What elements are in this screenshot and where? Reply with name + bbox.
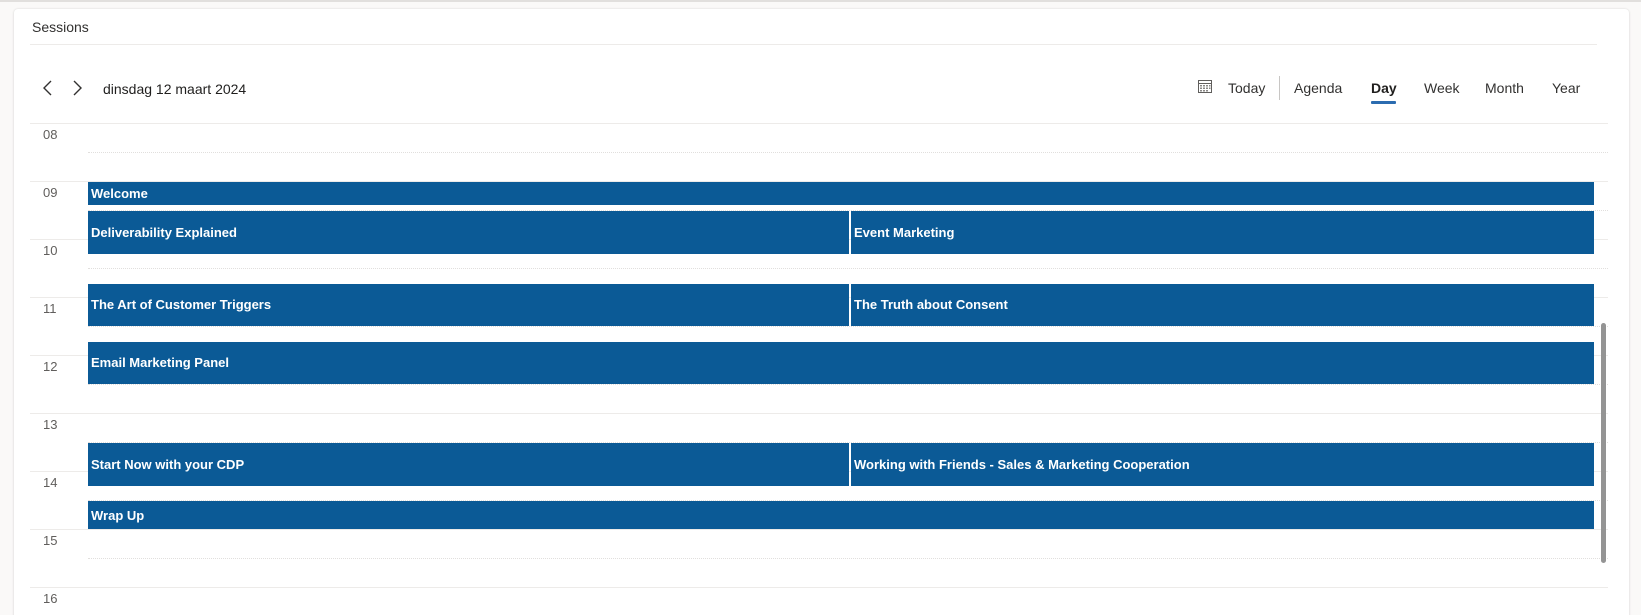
view-year[interactable]: Year xyxy=(1552,80,1580,96)
event-block[interactable]: Welcome xyxy=(88,182,1594,206)
event-block[interactable]: The Truth about Consent xyxy=(851,283,1594,326)
view-month[interactable]: Month xyxy=(1485,80,1524,96)
hour-line xyxy=(30,413,1608,414)
divider xyxy=(30,44,1597,45)
hour-label: 12 xyxy=(43,359,58,374)
half-hour-line xyxy=(88,558,1608,559)
event-block[interactable]: Wrap Up xyxy=(88,501,1594,529)
hour-line xyxy=(30,123,1608,124)
event-title: Welcome xyxy=(91,186,148,202)
previous-button[interactable] xyxy=(38,77,58,99)
event-title: Event Marketing xyxy=(854,224,955,240)
half-hour-line xyxy=(88,326,1608,327)
view-day[interactable]: Day xyxy=(1371,80,1397,96)
current-date: dinsdag 12 maart 2024 xyxy=(103,81,247,97)
event-block[interactable]: Working with Friends - Sales & Marketing… xyxy=(851,443,1594,486)
calendar-icon[interactable] xyxy=(1197,78,1213,94)
chevron-left-icon xyxy=(43,80,52,96)
hour-label: 15 xyxy=(43,533,58,548)
event-title: Start Now with your CDP xyxy=(91,456,245,472)
view-week[interactable]: Week xyxy=(1424,80,1460,96)
card-title: Sessions xyxy=(32,19,89,35)
hour-label: 09 xyxy=(43,185,58,200)
hour-label: 14 xyxy=(43,475,58,490)
event-title: Email Marketing Panel xyxy=(91,355,229,371)
top-border xyxy=(0,0,1641,2)
event-block[interactable]: Deliverability Explained xyxy=(88,211,849,254)
event-title: The Art of Customer Triggers xyxy=(91,297,272,313)
chevron-right-icon xyxy=(73,80,82,96)
half-hour-line xyxy=(88,384,1608,385)
event-title: The Truth about Consent xyxy=(854,297,1008,313)
hour-label: 16 xyxy=(43,591,58,606)
event-title: Working with Friends - Sales & Marketing… xyxy=(854,456,1190,472)
event-block[interactable]: The Art of Customer Triggers xyxy=(88,283,849,326)
hour-label: 11 xyxy=(43,301,57,316)
toolbar-separator xyxy=(1279,76,1280,100)
scrollbar-thumb[interactable] xyxy=(1601,323,1606,563)
hour-label: 08 xyxy=(43,127,58,142)
event-block[interactable]: Start Now with your CDP xyxy=(88,443,849,486)
view-agenda[interactable]: Agenda xyxy=(1294,80,1342,96)
hour-line xyxy=(30,529,1608,530)
hour-label: 13 xyxy=(43,417,58,432)
hour-line xyxy=(30,587,1608,588)
event-title: Wrap Up xyxy=(91,507,145,523)
half-hour-line xyxy=(88,268,1608,269)
event-title: Deliverability Explained xyxy=(91,224,237,240)
event-block[interactable]: Event Marketing xyxy=(851,211,1594,254)
sessions-card: Sessions dinsdag 12 maart 2024 Today Age… xyxy=(14,9,1629,615)
next-button[interactable] xyxy=(67,77,87,99)
today-button[interactable]: Today xyxy=(1228,80,1265,96)
half-hour-line xyxy=(88,152,1608,153)
active-view-indicator xyxy=(1371,101,1396,104)
event-block[interactable]: Email Marketing Panel xyxy=(88,341,1594,384)
hour-label: 10 xyxy=(43,243,58,258)
